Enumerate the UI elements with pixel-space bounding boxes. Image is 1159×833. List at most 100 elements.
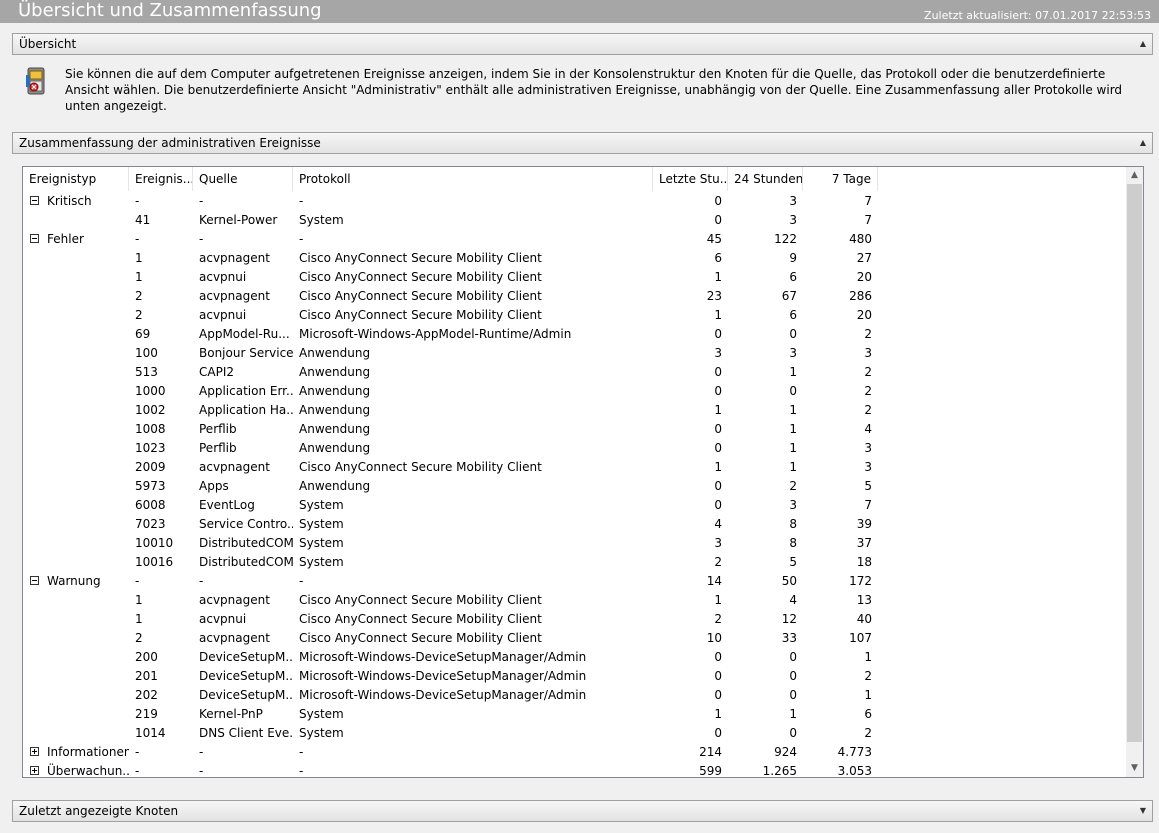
cell-source: DeviceSetupM... <box>199 688 293 702</box>
table-row[interactable]: 6008 EventLog System 0 3 7 <box>23 496 1128 515</box>
cell-event-type <box>41 686 129 705</box>
table-body: Kritisch - - -0 3 7 41 Kernel-Power System 0 3 7 Feh… <box>23 192 1128 778</box>
cell-event-id: 219 <box>135 707 158 721</box>
overview-section-header[interactable]: Übersicht ▲ <box>12 33 1153 55</box>
column-header-event-type[interactable]: Ereignistyp <box>23 167 129 191</box>
table-row[interactable]: 10010 DistributedCOM System 3 8 37 <box>23 534 1128 553</box>
cell-7-days: 172 <box>849 574 872 588</box>
table-row[interactable]: 1 acvpnui Cisco AnyConnect Secure Mobility… <box>23 610 1128 629</box>
cell-last-hour: 14 <box>706 574 722 588</box>
cell-event-id: 201 <box>135 669 158 683</box>
recent-nodes-section-header[interactable]: Zuletzt angezeigte Knoten ▼ <box>12 800 1153 822</box>
cell-7-days: 2 <box>864 365 872 379</box>
table-group-row[interactable]: Warnung - - - 14 50 172 <box>23 572 1128 591</box>
table-row[interactable]: 2 acvpnui Cisco AnyConnect Secure Mobility… <box>23 306 1128 325</box>
table-row[interactable]: 1008 Perflib Anwendung 0 1 4 <box>23 420 1128 439</box>
expand-icon[interactable] <box>30 747 39 756</box>
table-row[interactable]: 69 AppModel-Ru... Microsoft-Windows-AppMod… <box>23 325 1128 344</box>
scroll-up-arrow-icon[interactable]: ▲ <box>1126 167 1143 184</box>
cell-24-hours: 0 <box>789 327 797 341</box>
table-group-row[interactable]: Fehler - - - 45 122 480 <box>23 230 1128 249</box>
scroll-down-arrow-icon[interactable]: ▼ <box>1126 760 1143 777</box>
cell-7-days: 3 <box>864 441 872 455</box>
expand-arrow-icon[interactable]: ▼ <box>1140 804 1146 818</box>
cell-log: Anwendung <box>299 403 371 417</box>
column-header-24-hours[interactable]: 24 Stunden <box>728 167 803 191</box>
collapse-arrow-icon[interactable]: ▲ <box>1140 37 1146 51</box>
events-summary-table[interactable]: Ereignistyp Ereignis... Quelle Protokoll… <box>22 166 1144 778</box>
table-row[interactable]: 200 DeviceSetupM... Microsoft-Windows-Devi… <box>23 648 1128 667</box>
column-header-event-id[interactable]: Ereignis... <box>129 167 193 191</box>
cell-7-days: 20 <box>856 308 872 322</box>
column-header-source[interactable]: Quelle <box>193 167 293 191</box>
table-row[interactable]: 1 acvpnagent Cisco AnyConnect Secure Mobil… <box>23 591 1128 610</box>
cell-last-hour: 1 <box>714 308 722 322</box>
cell-24-hours: 6 <box>789 270 797 284</box>
cell-log: - <box>299 232 304 246</box>
cell-source: Bonjour Service <box>199 346 293 360</box>
expand-icon[interactable] <box>30 766 39 775</box>
collapse-arrow-icon[interactable]: ▲ <box>1140 136 1146 150</box>
cell-source: DNS Client Eve... <box>199 726 293 740</box>
cell-event-type <box>41 534 129 553</box>
table-row[interactable]: 41 Kernel-Power System 0 3 7 <box>23 211 1128 230</box>
column-header-last-hour[interactable]: Letzte Stu... <box>653 167 728 191</box>
table-group-row[interactable]: Überwachun... - - -599 1.265 3.053 <box>23 762 1128 778</box>
cell-log: - <box>299 574 304 588</box>
cell-log: Anwendung <box>299 422 371 436</box>
table-row[interactable]: 7023 Service Contro... System 4 8 39 <box>23 515 1128 534</box>
table-row[interactable]: 1 acvpnagent Cisco AnyConnect Secure Mobil… <box>23 249 1128 268</box>
cell-log: System <box>299 536 344 550</box>
cell-log: Cisco AnyConnect Secure Mobility Client <box>299 270 542 284</box>
cell-7-days: 2 <box>864 327 872 341</box>
cell-source: Application Ha... <box>199 403 293 417</box>
cell-log: Cisco AnyConnect Secure Mobility Client <box>299 289 542 303</box>
cell-log: Cisco AnyConnect Secure Mobility Client <box>299 308 542 322</box>
recent-nodes-section-body <box>12 822 1153 833</box>
table-row[interactable]: 1023 Perflib Anwendung 0 1 3 <box>23 439 1128 458</box>
cell-last-hour: 2 <box>714 555 722 569</box>
collapse-icon[interactable] <box>30 576 39 585</box>
cell-7-days: 2 <box>864 726 872 740</box>
table-row[interactable]: 1000 Application Err... Anwendung 0 0 2 <box>23 382 1128 401</box>
cell-event-id: 513 <box>135 365 158 379</box>
column-header-log[interactable]: Protokoll <box>293 167 653 191</box>
cell-event-type <box>41 553 129 572</box>
column-header-7-days[interactable]: 7 Tage <box>803 167 878 191</box>
table-row[interactable]: 219 Kernel-PnP System 1 1 6 <box>23 705 1128 724</box>
table-group-row[interactable]: Informationen - - -214 924 4.773 <box>23 743 1128 762</box>
cell-24-hours: 4 <box>789 593 797 607</box>
table-row[interactable]: 1014 DNS Client Eve... System 0 0 2 <box>23 724 1128 743</box>
cell-log: Cisco AnyConnect Secure Mobility Client <box>299 593 542 607</box>
cell-event-type: Warnung <box>47 574 101 588</box>
cell-event-type: Fehler <box>47 232 84 246</box>
table-row[interactable]: 1002 Application Ha... Anwendung 1 1 2 <box>23 401 1128 420</box>
cell-event-id: - <box>135 194 140 208</box>
collapse-icon[interactable] <box>30 196 39 205</box>
cell-event-type <box>41 477 129 496</box>
table-row[interactable]: 513 CAPI2 Anwendung 0 1 2 <box>23 363 1128 382</box>
cell-7-days: 480 <box>849 232 872 246</box>
cell-last-hour: 0 <box>714 726 722 740</box>
collapse-icon[interactable] <box>30 234 39 243</box>
scrollbar-thumb[interactable] <box>1127 184 1142 742</box>
table-row[interactable]: 5973 Apps Anwendung 0 2 5 <box>23 477 1128 496</box>
table-row[interactable]: 2 acvpnagent Cisco AnyConnect Secure Mobil… <box>23 287 1128 306</box>
cell-source: Application Err... <box>199 384 293 398</box>
table-group-row[interactable]: Kritisch - - - 0 3 7 <box>23 192 1128 211</box>
cell-last-hour: 45 <box>706 232 722 246</box>
cell-source: Kernel-PnP <box>199 707 263 721</box>
cell-24-hours: 6 <box>789 308 797 322</box>
table-row[interactable]: 100 Bonjour Service Anwendung 3 3 3 <box>23 344 1128 363</box>
table-row[interactable]: 10016 DistributedCOM System 2 5 18 <box>23 553 1128 572</box>
table-row[interactable]: 2 acvpnagent Cisco AnyConnect Secure Mobil… <box>23 629 1128 648</box>
table-row[interactable]: 1 acvpnui Cisco AnyConnect Secure Mobility… <box>23 268 1128 287</box>
summary-section-header[interactable]: Zusammenfassung der administrativen Erei… <box>12 132 1153 154</box>
cell-source: - <box>199 764 204 778</box>
vertical-scrollbar[interactable]: ▲ ▼ <box>1126 167 1143 777</box>
table-row[interactable]: 202 DeviceSetupM... Microsoft-Windows-Devi… <box>23 686 1128 705</box>
cell-7-days: 18 <box>856 555 872 569</box>
table-row[interactable]: 201 DeviceSetupM... Microsoft-Windows-Devi… <box>23 667 1128 686</box>
cell-7-days: 7 <box>864 213 872 227</box>
table-row[interactable]: 2009 acvpnagent Cisco AnyConnect Secure Mo… <box>23 458 1128 477</box>
